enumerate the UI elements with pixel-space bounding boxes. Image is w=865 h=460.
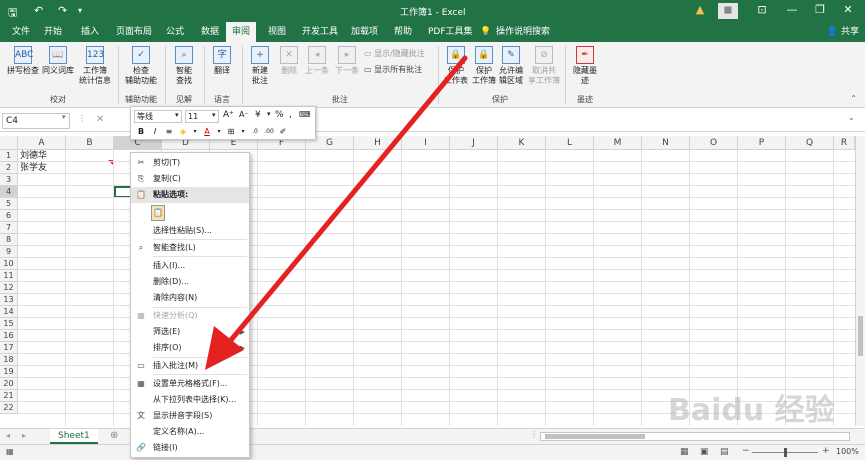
watermark: Baidu 经验 (668, 393, 835, 428)
arrow-shaft (223, 55, 468, 349)
